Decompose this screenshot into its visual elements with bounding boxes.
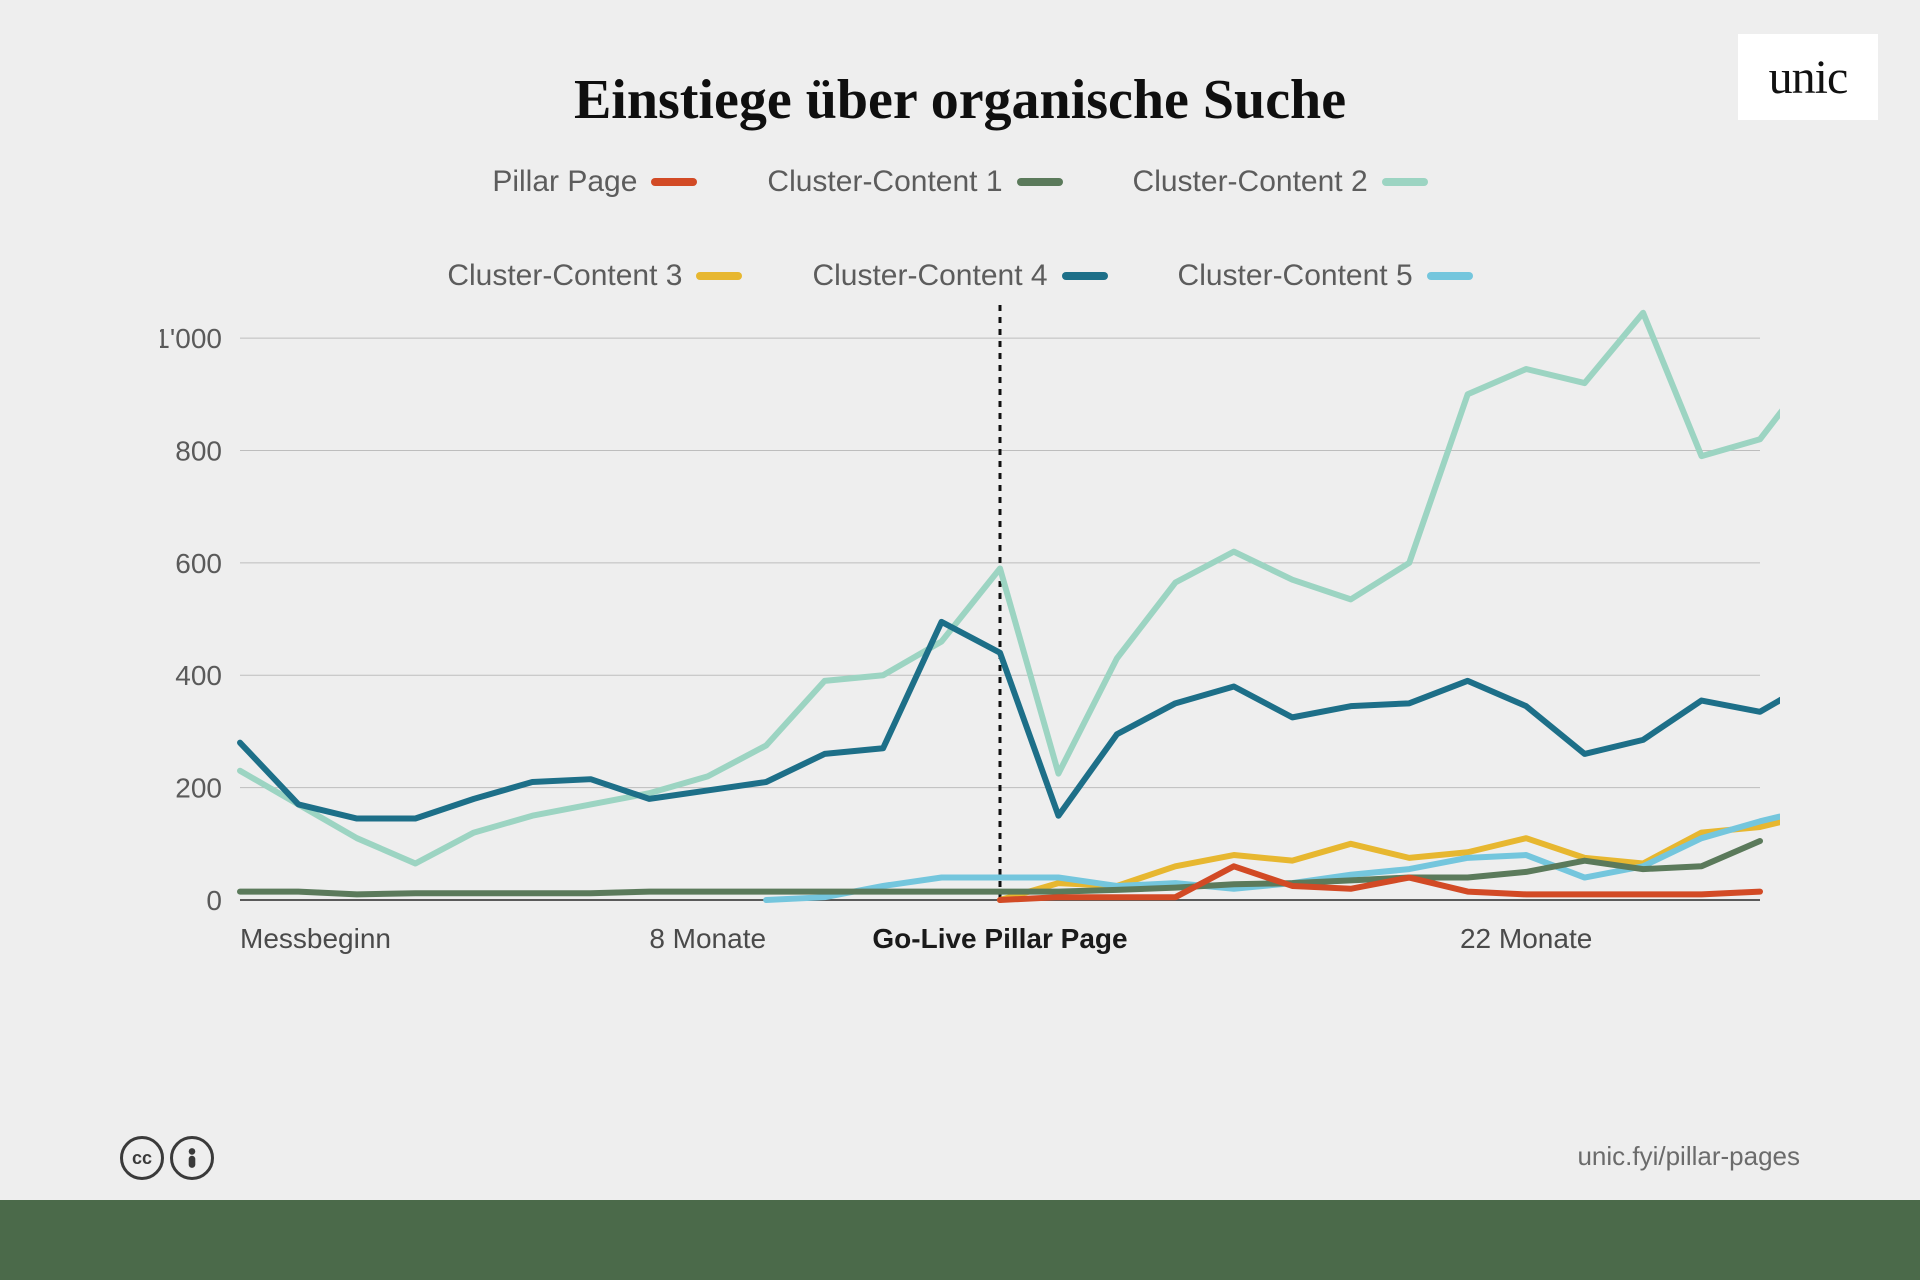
legend-row-2: Cluster-Content 3 Cluster-Content 4 Clus… <box>0 259 1920 293</box>
legend-label: Cluster-Content 4 <box>812 259 1047 293</box>
page-root: unic Einstiege über organische Suche Pil… <box>0 0 1920 1280</box>
svg-text:1'000: 1'000 <box>160 323 222 354</box>
legend-label: Cluster-Content 2 <box>1133 165 1368 199</box>
legend-row-1: Pillar Page Cluster-Content 1 Cluster-Co… <box>0 165 1920 199</box>
legend-swatch <box>651 178 697 186</box>
legend-item-cluster3: Cluster-Content 3 <box>447 259 742 293</box>
legend-label: Cluster-Content 1 <box>767 165 1002 199</box>
chart-plot-area: 0 200 400 600 800 1'000 Messbeginn 8 Monate Go-… <box>160 300 1780 980</box>
legend-item-cluster4: Cluster-Content 4 <box>812 259 1107 293</box>
cc-text: cc <box>132 1148 152 1169</box>
legend-swatch <box>696 272 742 280</box>
svg-text:200: 200 <box>175 773 222 804</box>
legend-item-cluster5: Cluster-Content 5 <box>1178 259 1473 293</box>
svg-text:400: 400 <box>175 660 222 691</box>
series-line <box>240 313 1780 864</box>
svg-text:800: 800 <box>175 435 222 466</box>
svg-text:8 Monate: 8 Monate <box>649 923 766 954</box>
chart-svg: 0 200 400 600 800 1'000 Messbeginn 8 Monate Go-… <box>160 300 1780 980</box>
legend-swatch <box>1382 178 1428 186</box>
attribution-icon <box>170 1136 214 1180</box>
footer-bar <box>0 1200 1920 1280</box>
chart-title: Einstiege über organische Suche <box>0 68 1920 132</box>
svg-text:Messbeginn: Messbeginn <box>240 923 391 954</box>
series-line <box>240 622 1780 819</box>
x-axis: Messbeginn 8 Monate Go-Live Pillar Page 22 … <box>240 923 1592 954</box>
license-icons: cc <box>120 1136 214 1180</box>
svg-text:0: 0 <box>206 885 222 916</box>
legend-swatch <box>1017 178 1063 186</box>
legend-label: Cluster-Content 3 <box>447 259 682 293</box>
series-lines <box>240 313 1780 900</box>
credit-url: unic.fyi/pillar-pages <box>1577 1141 1800 1172</box>
legend-item-cluster2: Cluster-Content 2 <box>1133 165 1428 199</box>
legend: Pillar Page Cluster-Content 1 Cluster-Co… <box>0 165 1920 293</box>
legend-item-cluster1: Cluster-Content 1 <box>767 165 1062 199</box>
legend-swatch <box>1062 272 1108 280</box>
svg-text:Go-Live Pillar Page: Go-Live Pillar Page <box>872 923 1127 954</box>
legend-label: Pillar Page <box>492 165 637 199</box>
y-axis: 0 200 400 600 800 1'000 <box>160 323 222 916</box>
cc-icon: cc <box>120 1136 164 1180</box>
legend-swatch <box>1427 272 1473 280</box>
svg-text:600: 600 <box>175 548 222 579</box>
svg-text:22 Monate: 22 Monate <box>1460 923 1592 954</box>
person-icon <box>183 1147 201 1169</box>
legend-item-pillar: Pillar Page <box>492 165 697 199</box>
legend-label: Cluster-Content 5 <box>1178 259 1413 293</box>
